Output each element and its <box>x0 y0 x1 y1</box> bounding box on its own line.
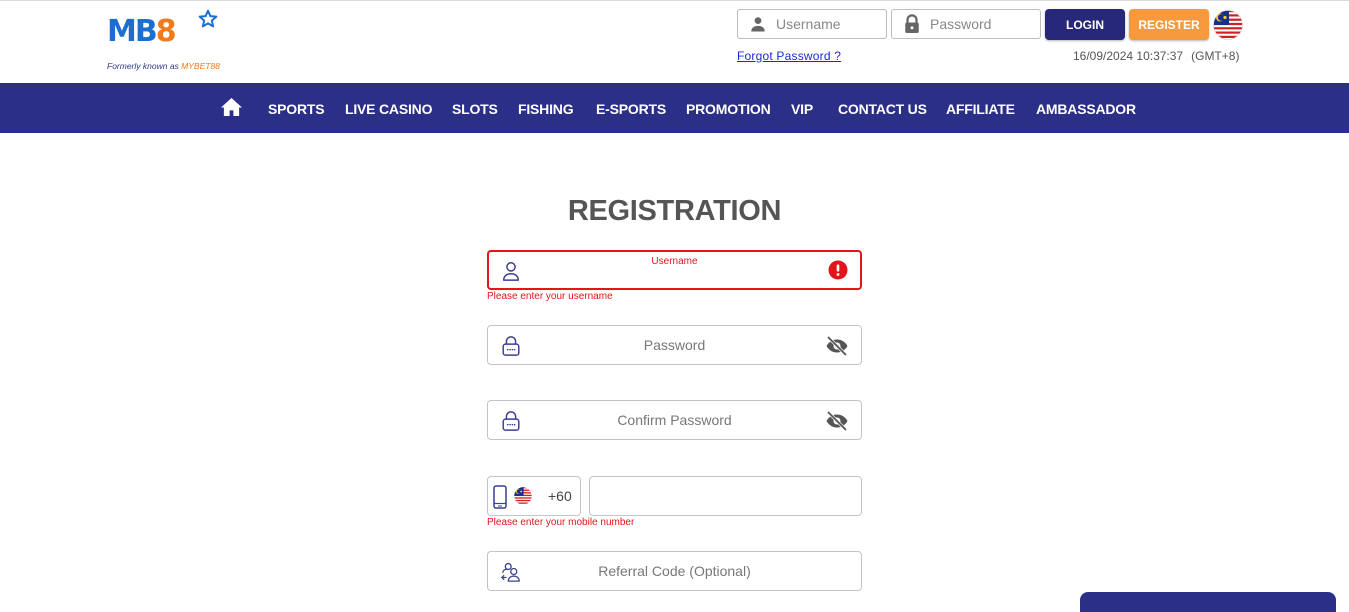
live-chat-tab[interactable] <box>1080 592 1336 612</box>
server-datetime: 16/09/2024 10:37:37 (GMT+8) <box>1073 49 1240 63</box>
star-icon <box>198 9 218 33</box>
eye-slash-icon[interactable] <box>825 410 849 432</box>
nav-ambassador[interactable]: AMBASSADOR <box>1036 83 1136 133</box>
referral-code-field[interactable]: Referral Code (Optional) <box>487 551 862 591</box>
nav-affiliate[interactable]: AFFILIATE <box>946 83 1015 133</box>
register-button[interactable]: REGISTER <box>1129 9 1209 40</box>
nav-contact-us[interactable]: CONTACT US <box>838 83 927 133</box>
password-input[interactable] <box>528 326 818 364</box>
login-button[interactable]: LOGIN <box>1045 9 1125 40</box>
nav-live-casino[interactable]: LIVE CASINO <box>345 83 432 133</box>
nav-slots[interactable]: SLOTS <box>452 83 498 133</box>
page-title: REGISTRATION <box>567 195 782 227</box>
username-input[interactable] <box>529 252 819 290</box>
nav-promotion[interactable]: PROMOTION <box>686 83 771 133</box>
mobile-phone-icon <box>493 485 507 509</box>
nav-sports[interactable]: SPORTS <box>268 83 325 133</box>
username-error: Please enter your username <box>487 291 613 302</box>
lock-icon <box>500 410 522 432</box>
mobile-number-input[interactable] <box>590 477 861 515</box>
header-password-input[interactable] <box>930 16 1030 32</box>
country-code-selector[interactable]: +60 <box>487 476 581 516</box>
username-field[interactable]: Username <box>487 250 862 290</box>
mobile-error: Please enter your mobile number <box>487 517 635 528</box>
site-header: MB8 Formerly known as MYBET88 LOGIN REGI… <box>0 1 1349 83</box>
logo-tagline: Formerly known as MYBET88 <box>107 61 220 71</box>
header-username-field[interactable] <box>737 9 887 39</box>
nav-e-sports[interactable]: E-SPORTS <box>596 83 666 133</box>
eye-slash-icon[interactable] <box>825 335 849 357</box>
forgot-password-link[interactable]: Forgot Password ? <box>737 49 841 63</box>
user-icon <box>748 14 768 34</box>
lock-icon <box>902 14 922 34</box>
header-password-field[interactable] <box>891 9 1041 39</box>
home-icon[interactable] <box>220 97 243 117</box>
main-nav: SPORTS LIVE CASINO SLOTS FISHING E-SPORT… <box>0 83 1349 133</box>
logo-wordmark: MB8 <box>107 14 177 49</box>
error-alert-icon <box>828 260 848 280</box>
site-logo[interactable]: MB8 Formerly known as MYBET88 <box>107 9 227 71</box>
country-code: +60 <box>548 488 572 504</box>
lock-icon <box>500 335 522 357</box>
confirm-password-input[interactable] <box>528 401 818 439</box>
malaysia-flag-icon <box>514 487 532 505</box>
nav-vip[interactable]: VIP <box>791 83 813 133</box>
malaysia-flag-icon[interactable] <box>1213 10 1243 40</box>
referral-users-icon <box>500 561 522 583</box>
password-field[interactable]: Password <box>487 325 862 365</box>
header-username-input[interactable] <box>776 16 876 32</box>
nav-fishing[interactable]: FISHING <box>518 83 574 133</box>
referral-code-input[interactable] <box>528 552 818 590</box>
mobile-number-field[interactable] <box>589 476 862 516</box>
confirm-password-field[interactable]: Confirm Password <box>487 400 862 440</box>
